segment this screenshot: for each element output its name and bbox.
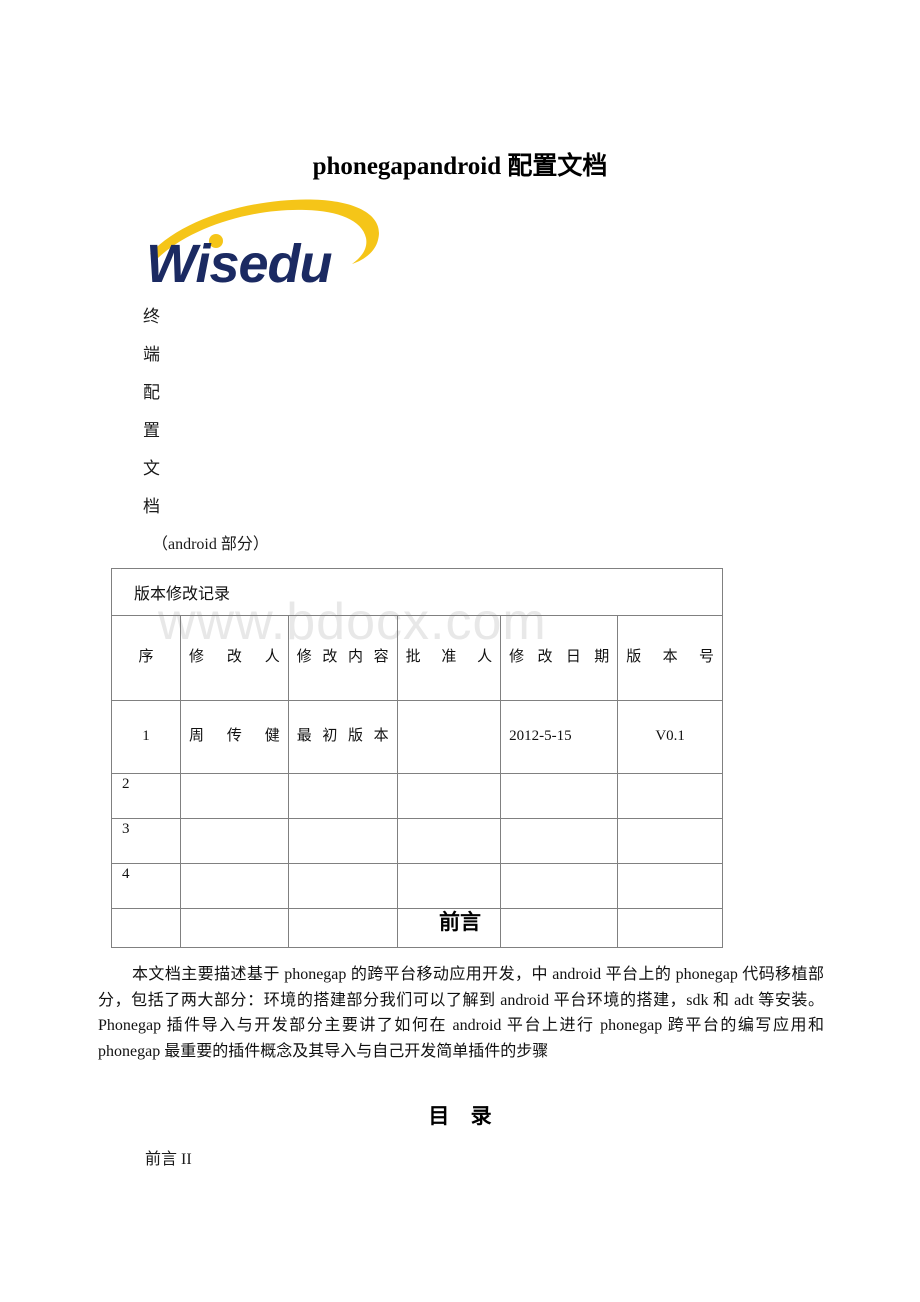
cell-approver [396,908,502,948]
cell-seq: 3 [110,818,182,864]
cell-modifier [180,908,289,948]
column-header-seq: 序 [110,615,182,701]
cell-version: V0.1 [617,700,723,774]
document-page: phonegapandroid 配置文档 Wisedu 终 端 配 置 文 档 … [0,0,920,1302]
cell-seq [110,908,182,948]
wisedu-logo: Wisedu [146,196,396,292]
table-row: 1 周传健 最初版本 2012-5-15 V0.1 [110,700,723,774]
version-history-table: 版本修改记录 序 修改人 修改内容 批准人 修改日期 版本号 1 周传健 最初版… [110,568,723,948]
toc-heading: 目 录 [428,1104,500,1128]
vertical-title-char: 档 [143,497,160,516]
vertical-title-char: 端 [143,345,160,364]
cell-content [287,908,398,948]
column-header-content: 修改内容 [287,615,398,701]
cell-date [500,908,619,948]
cell-approver [396,863,502,909]
cell-date [500,818,619,864]
cell-date [500,863,619,909]
vertical-title-char: 配 [143,383,160,402]
preface-paragraph: 本文档主要描述基于 phonegap 的跨平台移动应用开发，中 android … [98,966,824,1060]
table-row: 2 [110,773,723,819]
column-header-approver: 批准人 [396,615,502,701]
table-row: 3 [110,818,723,864]
cell-content: 最初版本 [287,700,398,774]
cell-content [287,773,398,819]
toc-list: 前言 II [145,1147,745,1173]
table-caption-row: 版本修改记录 [111,568,723,616]
cell-approver [396,700,502,774]
vertical-title: 终 端 配 置 文 档 [143,298,343,526]
cell-seq: 4 [110,863,182,909]
cell-date [500,773,619,819]
cell-modifier [180,863,289,909]
cell-content [287,863,398,909]
cell-seq: 2 [110,773,182,819]
cell-version [617,908,723,948]
table-row: 4 [110,863,723,909]
vertical-title-char: 文 [143,459,160,478]
document-subtitle: （android 部分） [152,536,269,553]
cell-approver [396,818,502,864]
column-header-version: 版本号 [617,615,723,701]
cell-version [617,818,723,864]
table-caption: 版本修改记录 [111,568,723,616]
cell-modifier: 周传健 [180,700,289,774]
wisedu-logo-graphic: Wisedu [146,199,379,292]
logo-wordmark: Wisedu [146,234,333,292]
cell-seq: 1 [110,700,182,774]
column-header-modifier: 修改人 [180,615,289,701]
cell-version [617,863,723,909]
vertical-title-char: 终 [143,307,160,326]
cell-approver [396,773,502,819]
page-title: phonegapandroid 配置文档 [312,153,608,180]
table-header-row: 序 修改人 修改内容 批准人 修改日期 版本号 [110,615,723,701]
toc-entry-preface[interactable]: 前言 II [145,1147,745,1173]
column-header-date: 修改日期 [500,615,619,701]
cell-modifier [180,773,289,819]
cell-modifier [180,818,289,864]
cell-version [617,773,723,819]
cell-content [287,818,398,864]
table-row [110,908,723,948]
vertical-title-char: 置 [143,421,160,440]
cell-date: 2012-5-15 [500,700,619,774]
